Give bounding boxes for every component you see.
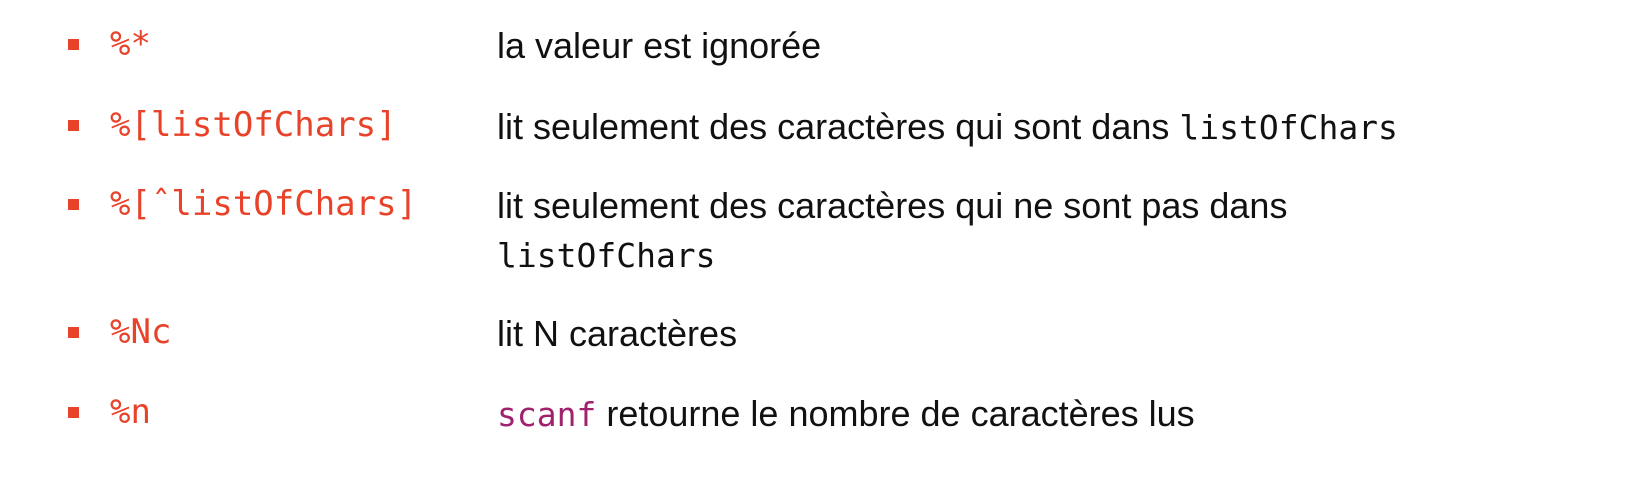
format-code: %n: [110, 392, 151, 432]
format-code: %*: [110, 24, 151, 64]
format-description: lit seulement des caractères qui sont da…: [497, 103, 1398, 152]
description-keyword: scanf: [497, 395, 597, 434]
description-text: lit seulement des caractères qui sont da…: [497, 106, 1180, 147]
description-text: retourne le nombre de caractères lus: [596, 393, 1195, 434]
format-code: %[listOfChars]: [110, 105, 397, 145]
format-description: scanf retourne le nombre de caractères l…: [497, 390, 1195, 439]
bullet-icon: [68, 39, 79, 50]
format-code: %[ˆlistOfChars]: [110, 184, 418, 224]
format-description: la valeur est ignorée: [497, 25, 822, 66]
bullet-icon: [68, 199, 79, 210]
bullet-icon: [68, 120, 79, 131]
format-code: %Nc: [110, 312, 172, 352]
format-description: lit N caractères: [497, 313, 738, 354]
bullet-icon: [68, 327, 79, 338]
format-description-line-2: listOfChars: [497, 236, 716, 275]
description-code: listOfChars: [1179, 108, 1398, 147]
bullet-icon: [68, 407, 79, 418]
format-description-line-1: lit seulement des caractères qui ne sont…: [497, 185, 1288, 226]
